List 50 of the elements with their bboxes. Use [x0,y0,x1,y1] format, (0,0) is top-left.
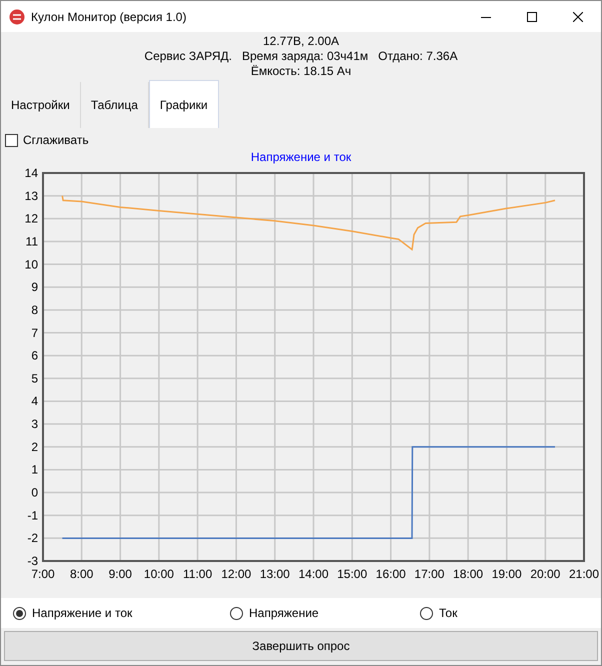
app-logo-icon [9,8,25,24]
status-text: Сервис ЗАРЯД. [144,49,232,64]
x-tick-label: 15:00 [337,567,368,581]
y-tick-label: -2 [27,531,38,546]
status-text: Время заряда: 03ч41м [242,49,368,64]
x-tick-label: 8:00 [70,567,94,581]
y-tick-label: -1 [27,508,38,522]
x-tick-label: 21:00 [568,567,599,581]
x-tick-label: 18:00 [453,567,484,581]
y-tick-label: 6 [31,348,38,363]
checkbox-label: Сглаживать [23,133,89,147]
maximize-icon [527,12,537,22]
chart-title: Напряжение и ток [250,150,352,165]
tab[interactable]: Графики [148,80,219,128]
y-tick-label: -3 [27,554,38,568]
status-text: 12.77В, 2.00А [262,34,340,49]
y-tick-label: 10 [24,257,38,272]
x-tick-label: 14:00 [298,567,329,581]
y-tick-label: 12 [24,212,38,226]
radio-option[interactable]: Напряжение и ток [13,606,230,620]
x-tick-label: 20:00 [530,567,560,581]
y-tick-label: 11 [26,234,38,248]
y-tick-label: 5 [31,371,38,386]
x-tick-label: 19:00 [492,567,522,581]
y-tick-label: 3 [31,417,38,432]
x-tick-label: 12:00 [221,567,252,581]
close-icon [573,12,583,22]
x-tick-label: 13:00 [260,567,290,581]
window-title: Кулон Монитор (версия 1.0) [31,10,188,24]
y-tick-label: 13 [24,188,38,203]
checkbox[interactable] [5,134,18,146]
y-tick-label: 9 [31,280,38,294]
y-tick-label: 8 [31,302,38,317]
x-tick-label: 9:00 [108,567,132,581]
x-tick-label: 7:00 [31,567,55,581]
y-tick-label: 7 [31,326,38,340]
status-text: Отдано: 7.36А [378,49,458,64]
y-tick-label: 4 [31,394,38,408]
x-tick-label: 16:00 [376,567,406,581]
x-tick-label: 10:00 [144,567,174,581]
x-tick-label: 17:00 [414,567,444,581]
finish-button[interactable]: Завершить опрос [4,631,598,661]
radio-option[interactable]: Ток [420,606,458,620]
status-text: Ёмкость: 18.15 Ач [250,64,352,79]
x-tick-label: 11:00 [183,567,212,581]
y-tick-label: 2 [31,440,38,454]
y-tick-label: 1 [31,462,38,477]
y-tick-label: 0 [31,486,38,500]
radio-option[interactable]: Напряжение [230,606,420,620]
y-tick-label: 14 [24,166,38,180]
